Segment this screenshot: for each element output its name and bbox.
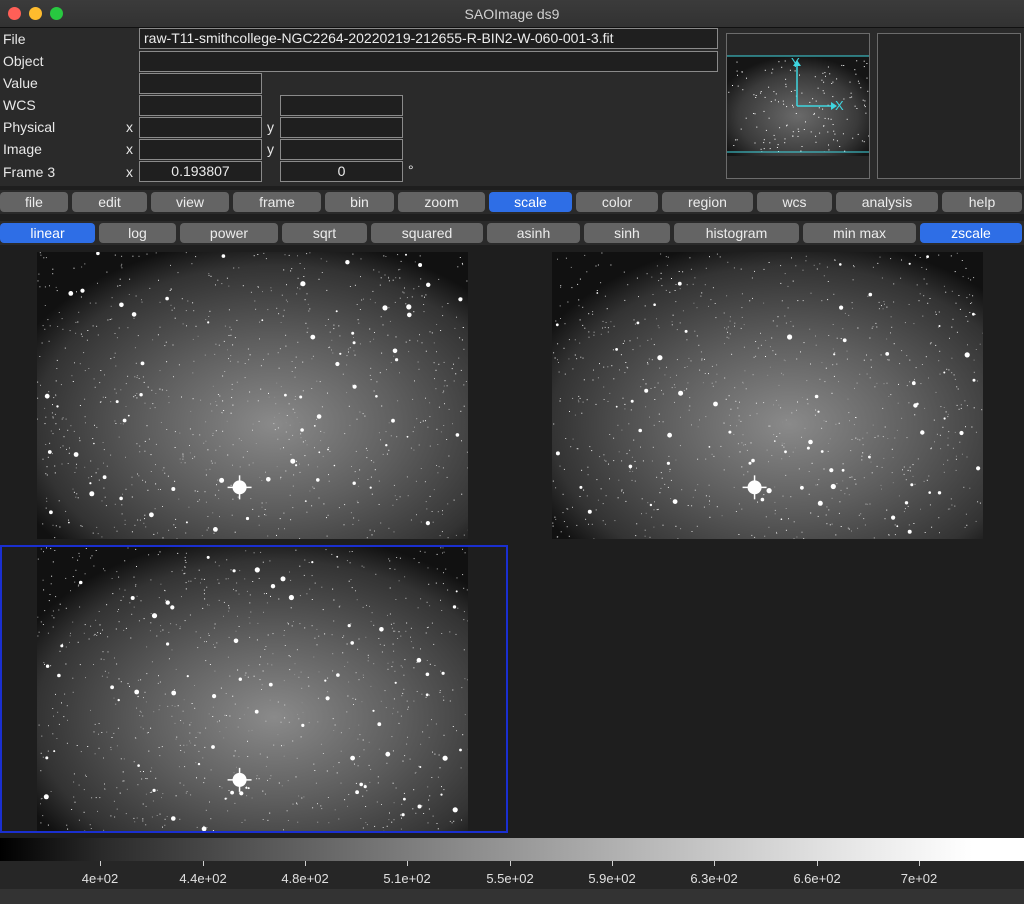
scale-zscale[interactable]: zscale [920,223,1022,243]
wcs-y-field[interactable] [280,95,403,116]
colorbar-scale: 4e+02 4.4e+02 4.8e+02 5.1e+02 5.5e+02 5.… [0,861,1024,889]
title-bar: SAOImage ds9 [0,0,1024,28]
colorbar[interactable] [0,838,1024,861]
menu-analysis[interactable]: analysis [836,192,938,212]
colorbar-tick-label: 5.1e+02 [383,871,431,886]
value-label: Value [3,75,38,91]
window-title: SAOImage ds9 [464,6,560,22]
status-strip [0,889,1024,904]
menu-edit[interactable]: edit [72,192,147,212]
colorbar-tick [612,861,613,866]
physical-y-axis-label: y [267,119,274,135]
scale-asinh[interactable]: asinh [487,223,580,243]
frame-x-field[interactable]: 0.193807 [139,161,262,182]
info-panel: File raw-T11-smithcollege-NGC2264-202202… [0,28,1024,186]
image-y-field[interactable] [280,139,403,160]
menu-bin[interactable]: bin [325,192,394,212]
colorbar-tick-label: 4.4e+02 [179,871,227,886]
scale-log[interactable]: log [99,223,176,243]
colorbar-tick-label: 4.8e+02 [281,871,329,886]
physical-x-axis-label: x [126,119,133,135]
panner[interactable]: X Y [726,33,870,179]
frame-label: Frame 3 [3,164,56,180]
colorbar-tick-label: 6.3e+02 [690,871,738,886]
file-field[interactable]: raw-T11-smithcollege-NGC2264-20220219-21… [139,28,718,49]
menu-wcs[interactable]: wcs [757,192,832,212]
physical-y-field[interactable] [280,117,403,138]
degree-symbol: ° [408,162,414,178]
star-field-image [37,252,468,539]
colorbar-tick [714,861,715,866]
scale-power[interactable]: power [180,223,278,243]
menu-region[interactable]: region [662,192,753,212]
panner-y-label: Y [791,55,800,70]
scale-histogram[interactable]: histogram [674,223,799,243]
menu-view[interactable]: view [151,192,229,212]
object-label: Object [3,53,44,69]
colorbar-tick [817,861,818,866]
scale-sqrt[interactable]: sqrt [282,223,367,243]
colorbar-tick-label: 5.5e+02 [486,871,534,886]
image-y-axis-label: y [267,141,274,157]
image-x-axis-label: x [126,141,133,157]
colorbar-tick-label: 7e+02 [900,871,938,886]
scale-button-bar: linear log power sqrt squared asinh sinh… [0,221,1024,245]
colorbar-tick-label: 5.9e+02 [588,871,636,886]
frame-1[interactable] [37,252,468,539]
menu-scale[interactable]: scale [489,192,572,212]
frame-2[interactable] [552,252,983,539]
panner-x-label: X [835,98,844,113]
menu-color[interactable]: color [576,192,658,212]
scale-minmax[interactable]: min max [803,223,916,243]
scale-sinh[interactable]: sinh [584,223,670,243]
physical-label: Physical [3,119,56,135]
image-label: Image [3,141,42,157]
value-field[interactable] [139,73,262,94]
colorbar-tick [203,861,204,866]
file-label: File [3,31,26,47]
menu-help[interactable]: help [942,192,1022,212]
scale-linear[interactable]: linear [0,223,95,243]
magnifier [877,33,1021,179]
colorbar-tick [919,861,920,866]
scale-squared[interactable]: squared [371,223,483,243]
menu-file[interactable]: file [0,192,68,212]
colorbar-tick-label: 4e+02 [81,871,119,886]
panner-thumbnail: X Y [727,55,870,156]
menu-frame[interactable]: frame [233,192,321,212]
frame-y-field[interactable]: 0 [280,161,403,182]
colorbar-tick-label: 6.6e+02 [793,871,841,886]
colorbar-tick [510,861,511,866]
colorbar-tick [305,861,306,866]
colorbar-tick [100,861,101,866]
image-x-field[interactable] [139,139,262,160]
image-canvas[interactable] [0,248,1024,838]
wcs-x-field[interactable] [139,95,262,116]
current-frame-highlight [0,545,508,833]
menu-button-bar: file edit view frame bin zoom scale colo… [0,190,1024,214]
physical-x-field[interactable] [139,117,262,138]
menu-zoom[interactable]: zoom [398,192,485,212]
object-field[interactable] [139,51,718,72]
colorbar-tick [407,861,408,866]
frame-x-axis-label: x [126,164,133,180]
wcs-label: WCS [3,97,36,113]
star-field-image [552,252,983,539]
